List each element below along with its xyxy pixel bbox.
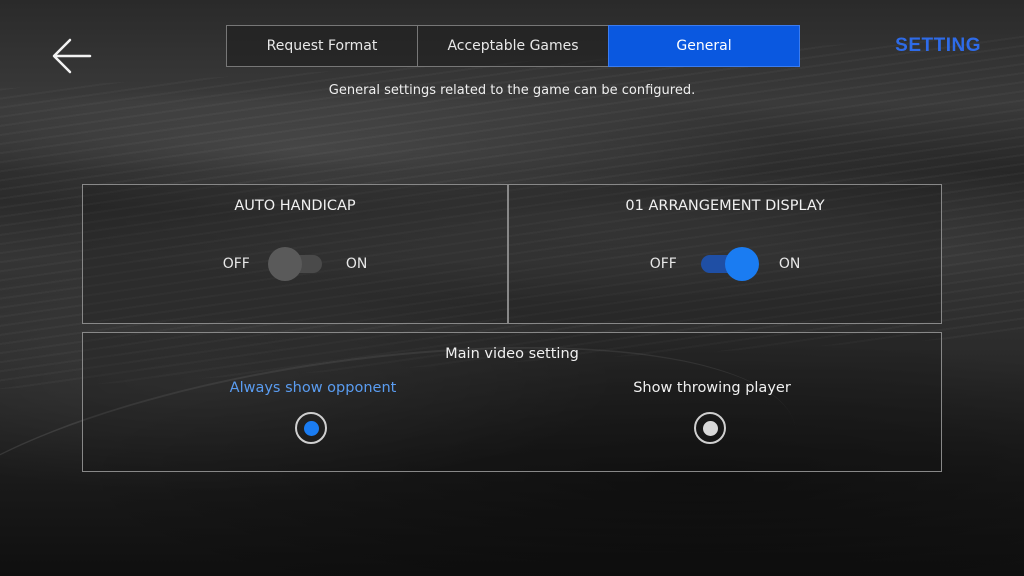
option-always-show-opponent-radio[interactable]	[295, 412, 327, 444]
page-description: General settings related to the game can…	[328, 83, 696, 98]
video-setting-panel: Main video setting Always show opponent …	[82, 332, 942, 472]
arrangement-display-panel: 01 ARRANGEMENT DISPLAY OFF ON	[508, 184, 942, 324]
option-always-show-opponent-label: Always show opponent	[229, 380, 397, 396]
auto-handicap-off-label: OFF	[222, 256, 250, 272]
auto-handicap-on-label: ON	[345, 256, 368, 272]
tab-bar: Request Format Acceptable Games General	[226, 25, 800, 67]
arrow-left-icon	[52, 38, 92, 74]
auto-handicap-panel: AUTO HANDICAP OFF ON	[82, 184, 508, 324]
page-title: SETTING	[895, 35, 981, 56]
radio-dot	[702, 420, 718, 436]
option-show-throwing-player-label: Show throwing player	[633, 380, 791, 396]
back-button[interactable]	[50, 36, 94, 76]
arrangement-display-on-label: ON	[778, 256, 801, 272]
video-setting-title: Main video setting	[445, 346, 579, 362]
arrangement-display-toggle[interactable]	[700, 247, 759, 281]
option-show-throwing-player-radio[interactable]	[694, 412, 726, 444]
auto-handicap-toggle-row: OFF ON	[83, 247, 507, 281]
tab-request-format[interactable]: Request Format	[226, 25, 418, 67]
auto-handicap-toggle[interactable]	[267, 247, 322, 281]
toggle-knob	[724, 247, 759, 281]
tab-general[interactable]: General	[608, 25, 800, 67]
radio-dot	[303, 420, 319, 436]
toggle-knob	[267, 247, 302, 281]
arrangement-display-toggle-row: OFF ON	[509, 247, 941, 281]
tab-acceptable-games[interactable]: Acceptable Games	[417, 25, 609, 67]
arrangement-display-title: 01 ARRANGEMENT DISPLAY	[625, 198, 825, 214]
auto-handicap-title: AUTO HANDICAP	[234, 198, 356, 214]
arrangement-display-off-label: OFF	[649, 256, 677, 272]
